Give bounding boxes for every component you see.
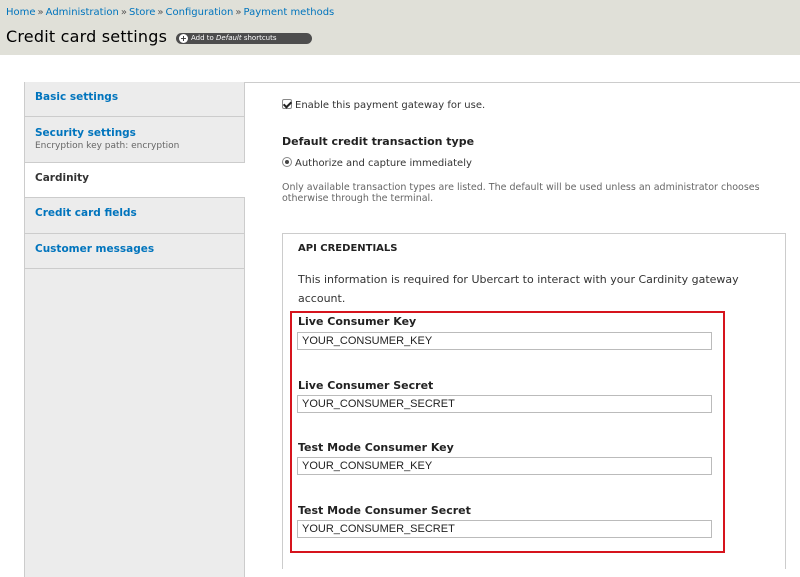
test-consumer-secret-label: Test Mode Consumer Secret xyxy=(298,504,471,517)
tab-security-settings[interactable]: Security settings Encryption key path: e… xyxy=(25,117,244,163)
tab-label: Security settings xyxy=(35,127,136,139)
live-consumer-key-label: Live Consumer Key xyxy=(298,315,417,328)
breadcrumb-payment-methods[interactable]: Payment methods xyxy=(243,7,334,18)
breadcrumb: Home» Administration» Store» Configuration»… xyxy=(6,7,334,18)
page-header: Home» Administration» Store» Configuration»… xyxy=(0,0,800,55)
breadcrumb-separator: » xyxy=(37,7,44,18)
live-consumer-secret-input[interactable] xyxy=(297,395,712,413)
api-credentials-legend: API CREDENTIALS xyxy=(298,243,398,254)
breadcrumb-home[interactable]: Home xyxy=(6,7,36,18)
vertical-tabs: Basic settings Security settings Encrypt… xyxy=(24,82,245,577)
tab-customer-messages[interactable]: Customer messages xyxy=(25,234,244,269)
tab-credit-card-fields[interactable]: Credit card fields xyxy=(25,198,244,234)
tab-basic-settings[interactable]: Basic settings xyxy=(25,82,244,117)
plus-icon: + xyxy=(179,34,188,43)
tab-label: Basic settings xyxy=(35,91,119,103)
shortcut-label-prefix: Add to xyxy=(191,34,217,42)
add-shortcut-button[interactable]: + Add to Default shortcuts xyxy=(176,33,312,44)
live-consumer-secret-label: Live Consumer Secret xyxy=(298,379,434,392)
transaction-help-text: Only available transaction types are lis… xyxy=(282,182,760,204)
live-consumer-key-input[interactable] xyxy=(297,332,712,350)
tab-label: Cardinity xyxy=(35,172,90,184)
transaction-option-label[interactable]: Authorize and capture immediately xyxy=(295,158,472,169)
transaction-type-heading: Default credit transaction type xyxy=(282,135,475,148)
tab-label: Customer messages xyxy=(35,243,155,255)
enable-gateway-label[interactable]: Enable this payment gateway for use. xyxy=(295,100,485,111)
shortcut-label-italic: Default xyxy=(216,34,242,42)
api-credentials-description: This information is required for Ubercar… xyxy=(298,273,739,305)
test-consumer-secret-input[interactable] xyxy=(297,520,712,538)
breadcrumb-configuration[interactable]: Configuration xyxy=(166,7,234,18)
breadcrumb-separator: » xyxy=(157,7,164,18)
breadcrumb-separator: » xyxy=(235,7,242,18)
page-title: Credit card settings xyxy=(6,27,168,46)
transaction-option-row: Authorize and capture immediately xyxy=(282,157,472,169)
breadcrumb-separator: » xyxy=(120,7,127,18)
authorize-capture-radio[interactable] xyxy=(282,157,292,167)
breadcrumb-administration[interactable]: Administration xyxy=(46,7,119,18)
enable-gateway-row: Enable this payment gateway for use. xyxy=(282,99,485,111)
tab-label: Credit card fields xyxy=(35,207,137,219)
tab-description: Encryption key path: encryption xyxy=(35,141,180,151)
test-consumer-key-input[interactable] xyxy=(297,457,712,475)
breadcrumb-store[interactable]: Store xyxy=(129,7,155,18)
shortcut-label-suffix: shortcuts xyxy=(241,34,277,42)
test-consumer-key-label: Test Mode Consumer Key xyxy=(298,441,454,454)
tab-cardinity[interactable]: Cardinity xyxy=(25,163,245,198)
enable-gateway-checkbox[interactable] xyxy=(282,99,292,109)
